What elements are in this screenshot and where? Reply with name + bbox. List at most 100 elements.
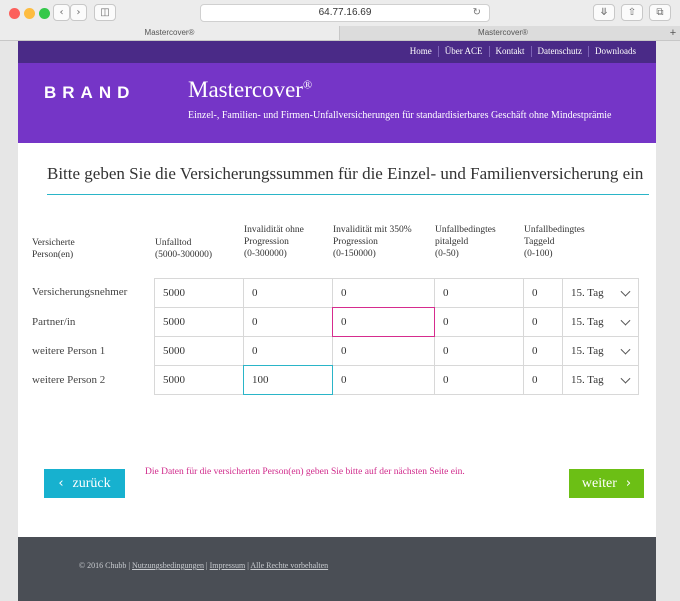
footer-links: © 2016 Chubb | Nutzungsbedingungen | Imp… [79,561,328,570]
daily-allowance-input[interactable]: 0 [523,307,563,337]
browser-tab-2[interactable]: Mastercover® [340,26,666,40]
nav-link-about[interactable]: Über ACE [437,46,489,57]
column-header-line: pitalgeld [435,237,469,247]
footer-link-terms[interactable]: Nutzungsbedingungen [132,561,204,570]
browser-tab-label: Mastercover® [478,28,528,37]
row-label: Partner/in [32,316,76,328]
row-label: weitere Person 2 [32,374,106,386]
info-notice: Die Daten für die versicherten Person(en… [145,467,465,477]
disability-input[interactable]: 0 [243,278,333,308]
registered-mark: ® [302,77,313,92]
death-sum-input[interactable]: 5000 [154,307,244,337]
footer-separator: | [206,561,208,570]
disability-input[interactable]: 0 [243,307,333,337]
disability-progression-input[interactable]: 0 [332,336,435,366]
browser-toolbar: ‹ › ◫ 64.77.16.69 ↻ ⤋ ⇧ ⧉ [0,0,680,27]
column-header-person: Versicherte Person(en) [32,237,75,261]
minimize-window-button[interactable] [24,8,35,19]
footer-separator: | [247,561,249,570]
address-bar[interactable]: 64.77.16.69 ↻ [200,4,490,22]
column-header-line: (0-300000) [244,249,287,259]
new-tab-symbol: + [669,27,677,39]
nav-link-privacy[interactable]: Datenschutz [530,46,588,57]
sidebar-icon[interactable]: ◫ [94,4,116,21]
back-icon[interactable]: ‹ [53,4,70,21]
column-header-line: Taggeld [524,237,555,247]
disability-progression-input[interactable]: 0 [332,307,435,337]
death-sum-input[interactable]: 5000 [154,278,244,308]
column-header-line: Unfallbedingtes [435,225,496,235]
close-window-button[interactable] [9,8,20,19]
column-header-line: Invalidität ohne [244,225,304,235]
column-header-line: Unfalltod [155,238,192,248]
footer-link-rights[interactable]: Alle Rechte vorbehalten [250,561,328,570]
next-button-label: weiter [581,475,617,491]
disability-input-focused[interactable]: 100 [243,365,333,395]
tabs-icon[interactable]: ⧉ [649,4,671,21]
share-icon[interactable]: ⇧ [621,4,643,21]
chevron-down-icon [620,373,631,384]
footer-link-imprint[interactable]: Impressum [210,561,246,570]
download-icon[interactable]: ⤋ [593,4,615,21]
browser-tab-label: Mastercover® [144,28,195,37]
death-sum-input[interactable]: 5000 [154,336,244,366]
hospital-allowance-input[interactable]: 0 [434,307,524,337]
next-button[interactable]: weiter › [569,469,644,498]
disability-progression-input[interactable]: 0 [332,365,435,395]
product-title-text: Mastercover [188,77,303,102]
zoom-window-button[interactable] [39,8,50,19]
back-button-label: zurück [72,475,111,491]
column-header-line: Progression [333,237,378,247]
browser-tab-1[interactable]: Mastercover® [0,26,340,40]
web-page: Home Über ACE Kontakt Datenschutz Downlo… [18,41,656,601]
page-footer: © 2016 Chubb | Nutzungsbedingungen | Imp… [18,537,656,601]
waiting-day-select[interactable]: 15. Tag [562,336,639,366]
column-header-line: (5000-300000) [155,250,212,260]
chevron-down-icon [620,344,631,355]
column-header-line: Versicherte [32,238,75,248]
copyright-text: © 2016 Chubb [79,561,127,570]
forward-icon[interactable]: › [70,4,87,21]
column-header-disability: Invalidität ohne Progression (0-300000) [244,224,304,260]
disability-progression-input[interactable]: 0 [332,278,435,308]
page-header: BRAND Mastercover® Einzel-, Familien- un… [18,63,656,143]
waiting-day-select[interactable]: 15. Tag [562,365,639,395]
daily-allowance-input[interactable]: 0 [523,365,563,395]
brand-logo[interactable]: BRAND [44,83,135,103]
chevron-down-icon [620,315,631,326]
hospital-allowance-input[interactable]: 0 [434,278,524,308]
chevron-right-icon: › [625,476,632,491]
waiting-day-select[interactable]: 15. Tag [562,307,639,337]
nav-link-contact[interactable]: Kontakt [488,46,531,57]
hospital-allowance-input[interactable]: 0 [434,365,524,395]
footer-separator: | [128,561,131,570]
column-header-line: (0-150000) [333,249,376,259]
row-label: weitere Person 1 [32,345,106,357]
column-header-daily: Unfallbedingtes Taggeld (0-100) [524,224,585,260]
column-header-line: Progression [244,237,289,247]
hospital-allowance-input[interactable]: 0 [434,336,524,366]
disability-input[interactable]: 0 [243,336,333,366]
daily-allowance-input[interactable]: 0 [523,336,563,366]
daily-allowance-input[interactable]: 0 [523,278,563,308]
waiting-day-select[interactable]: 15. Tag [562,278,639,308]
column-header-line: Invalidität mit 350% [333,225,412,235]
nav-link-downloads[interactable]: Downloads [588,46,642,57]
page-heading: Bitte geben Sie die Versicherungssummen … [47,164,644,183]
product-title: Mastercover® [188,77,312,103]
column-header-disability-progression: Invalidität mit 350% Progression (0-1500… [333,224,412,260]
sums-table: 5000 0 0 0 0 15. Tag 5000 0 0 0 0 15. Ta… [154,278,639,396]
nav-link-home[interactable]: Home [404,46,438,57]
new-tab-button[interactable]: + [666,26,680,40]
chevron-down-icon [620,286,631,297]
product-subtitle: Einzel-, Familien- und Firmen-Unfallvers… [188,110,612,121]
back-button[interactable]: ‹ zurück [44,469,125,498]
column-header-line: (0-100) [524,249,553,259]
death-sum-input[interactable]: 5000 [154,365,244,395]
browser-tab-bar: Mastercover® Mastercover® + [0,26,680,41]
column-header-line: (0-50) [435,249,459,259]
top-navigation: Home Über ACE Kontakt Datenschutz Downlo… [18,41,656,63]
reload-icon[interactable]: ↻ [473,5,481,21]
address-text: 64.77.16.69 [318,7,372,18]
column-header-death: Unfalltod (5000-300000) [155,237,212,261]
